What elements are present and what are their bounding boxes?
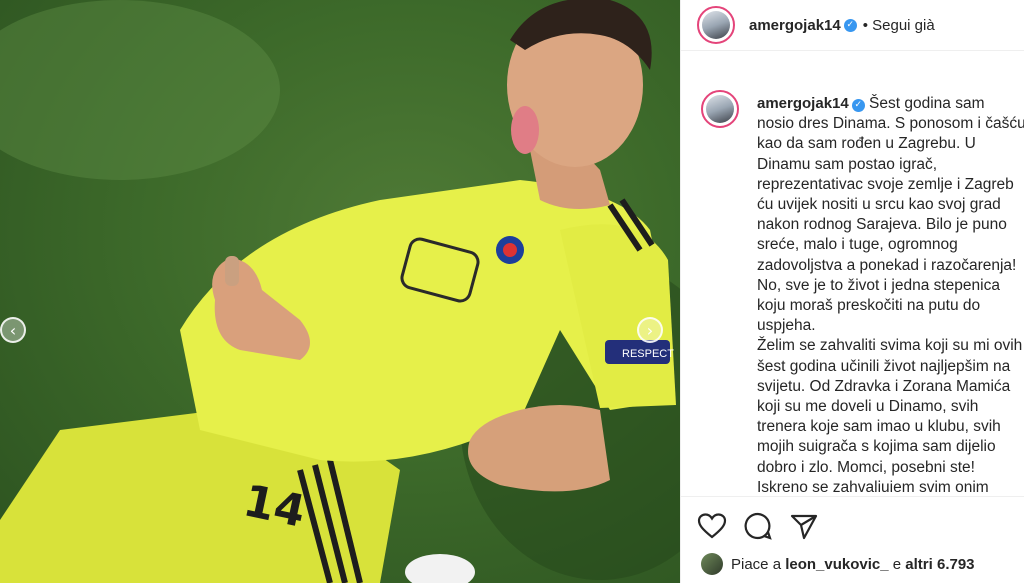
caption-block: amergojak14 ✓ Šest godina sam nosio dres … [701, 90, 1024, 492]
header-username[interactable]: amergojak14 [749, 17, 841, 34]
verified-icon: ✓ [851, 99, 865, 112]
liker-avatar[interactable] [701, 553, 723, 575]
comment-icon[interactable] [743, 511, 773, 541]
action-bar: Piace a leon_vukovic_ e altri 6.793 [681, 496, 1024, 584]
carousel-prev-button[interactable]: ‹ [0, 317, 26, 343]
sleeve-badge-text: RESPECT [622, 348, 674, 360]
share-icon[interactable] [789, 511, 819, 541]
likes-others-link[interactable]: altri 6.793 [905, 556, 974, 573]
carousel-next-button[interactable]: › [637, 317, 663, 343]
caption-avatar[interactable] [701, 90, 739, 128]
caption-body: amergojak14 ✓ Šest godina sam nosio dres … [757, 94, 1024, 492]
heart-icon[interactable] [697, 511, 727, 541]
likes-middle: e [892, 555, 902, 573]
avatar[interactable] [697, 6, 735, 44]
follow-status-button[interactable]: • Segui già [863, 17, 935, 34]
verified-icon: ✓ [843, 18, 857, 32]
likes-summary: Piace a leon_vukovic_ e altri 6.793 [701, 553, 975, 575]
post-header: amergojak14 ✓ • Segui già [681, 0, 1024, 51]
post-side-panel: amergojak14 ✓ • Segui già amergojak14 ✓ Š… [680, 0, 1024, 583]
chevron-left-icon: ‹ [9, 320, 17, 340]
chevron-right-icon: › [646, 320, 654, 340]
post-photo: RESPECT 14 ‹ › [0, 0, 680, 583]
caption-username[interactable]: amergojak14 [757, 95, 849, 112]
liker-username[interactable]: leon_vukovic_ [785, 556, 888, 573]
player-illustration: RESPECT 14 [0, 0, 680, 583]
caption-text: Šest godina sam nosio dres Dinama. S pon… [757, 95, 1024, 492]
likes-prefix: Piace a [731, 555, 782, 573]
